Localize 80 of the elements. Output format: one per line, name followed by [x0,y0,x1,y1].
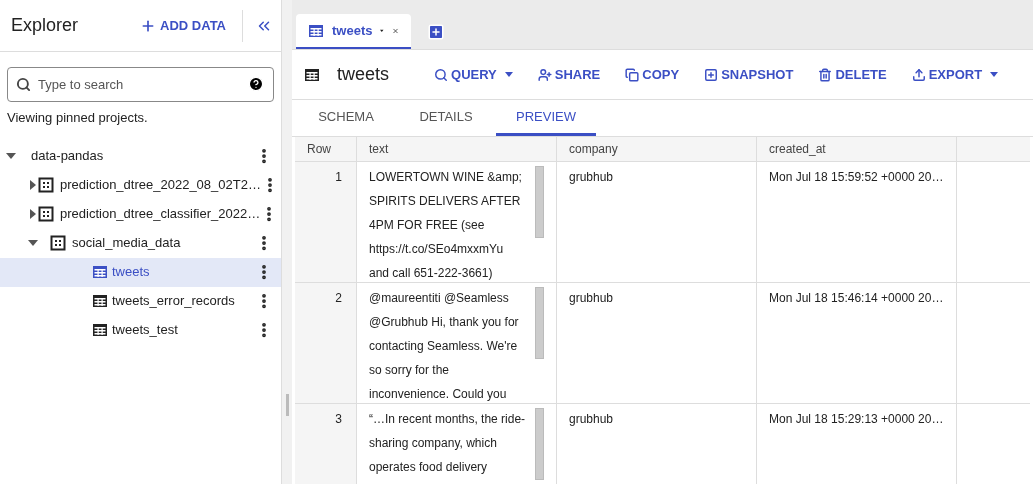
tree-item-label: prediction_dtree_classifier_2022… [60,205,261,224]
export-icon [911,67,926,82]
snapshot-icon [704,67,719,82]
detail-tab[interactable]: DETAILS [396,100,496,136]
delete-icon [818,67,833,82]
toolbar-button[interactable]: EXPORT [911,64,999,85]
table-icon [304,66,320,83]
row-number: 3 [295,404,357,484]
column-header[interactable]: text [357,137,557,161]
cell-text-line: https://t.co/SEo4mxxmYu [369,241,505,258]
cell-text-line: @maureentiti @Seamless [369,290,510,307]
caret-down-icon[interactable] [380,27,384,34]
table-cell: grubhub [557,404,757,484]
share-icon [537,67,552,82]
tree-item[interactable]: tweets_error_records [0,286,281,316]
dataset-icon [38,206,54,222]
tree-item[interactable]: prediction_dtree_classifier_2022… [0,199,281,229]
cell-scrollbar[interactable] [535,408,544,480]
caret-right-icon[interactable] [28,180,38,190]
cell-scrollbar[interactable] [535,287,544,359]
tree-item[interactable]: tweets [0,257,281,287]
tree-item-label: tweets_error_records [112,292,236,311]
table-cell: grubhub [557,283,757,403]
table-icon [92,264,108,280]
add-data-button[interactable]: ADD DATA [136,15,230,36]
table-cell: Mon Jul 18 15:29:13 +0000 20… [757,404,957,484]
cell-text-line: sharing company, which [369,435,498,452]
caret-down-icon[interactable] [28,238,38,248]
cell-text-line: @Grubhub Hi, thank you for [369,314,520,331]
cell-text-line: LOWERTOWN WINE &amp; [369,169,523,186]
tree-item[interactable]: data-pandas [0,141,281,171]
dataset-icon [50,235,66,251]
table-title: tweets [337,63,390,86]
table-icon [308,22,324,39]
caret-right-icon[interactable] [28,209,38,219]
cell-text-line: so sorry for the [369,362,451,379]
cell-scrollbar[interactable] [535,166,544,238]
cell-text-line: inconvenience. Could you [369,386,508,403]
tree-item-label: data-pandas [31,147,105,166]
search-icon [16,77,31,92]
cell-text-line: 4PM FOR FREE (see [369,217,486,234]
toolbar-button[interactable]: SHARE [537,64,601,85]
cell-text-line: operates food delivery [369,459,489,476]
column-header[interactable]: created_at [757,137,957,161]
new-tab-icon[interactable] [427,23,445,41]
table-cell: Mon Jul 18 15:46:14 +0000 20… [757,283,957,403]
toolbar-button[interactable]: SNAPSHOT [704,64,794,85]
tree-item[interactable]: social_media_data [0,228,281,258]
row-number: 1 [295,162,357,282]
tree-item-label: social_media_data [72,234,182,253]
column-header[interactable]: company [557,137,757,161]
table-icon [92,322,108,338]
tree-item[interactable]: prediction_dtree_2022_08_02T2… [0,170,281,200]
toolbar-button[interactable]: DELETE [818,64,887,85]
table-cell: Mon Jul 18 15:59:52 +0000 20… [757,162,957,282]
tree-item[interactable]: tweets_test [0,315,281,345]
cell-text-line: and call 651-222-3661) [369,265,494,282]
tree-item-label: tweets [112,263,151,282]
toolbar-button[interactable]: COPY [625,64,680,85]
table-icon [92,293,108,309]
editor-tab[interactable]: tweets [296,14,411,49]
caret-down-icon[interactable] [6,151,16,161]
panel-title: Explorer [11,14,80,37]
cell-text-line: contacting Seamless. We're [369,338,519,355]
resize-handle[interactable] [285,394,289,416]
column-header[interactable]: Row [295,137,357,161]
search-field[interactable]: Type to search [7,67,274,102]
row-number: 2 [295,283,357,403]
tree-item-label: tweets_test [112,321,179,340]
tree-item-label: prediction_dtree_2022_08_02T2… [60,176,261,195]
cell-text-line: “…In recent months, the ride- [369,411,527,428]
help-icon[interactable] [248,76,264,92]
table-cell: grubhub [557,162,757,282]
search-icon [434,67,449,82]
cell-text-line: SPIRITS DELIVERS AFTER [369,193,522,210]
detail-tab[interactable]: SCHEMA [296,100,396,136]
copy-icon [625,67,640,82]
dataset-icon [38,177,54,193]
toolbar-button[interactable]: QUERY [434,64,513,85]
status-note: Viewing pinned projects. [6,109,149,127]
